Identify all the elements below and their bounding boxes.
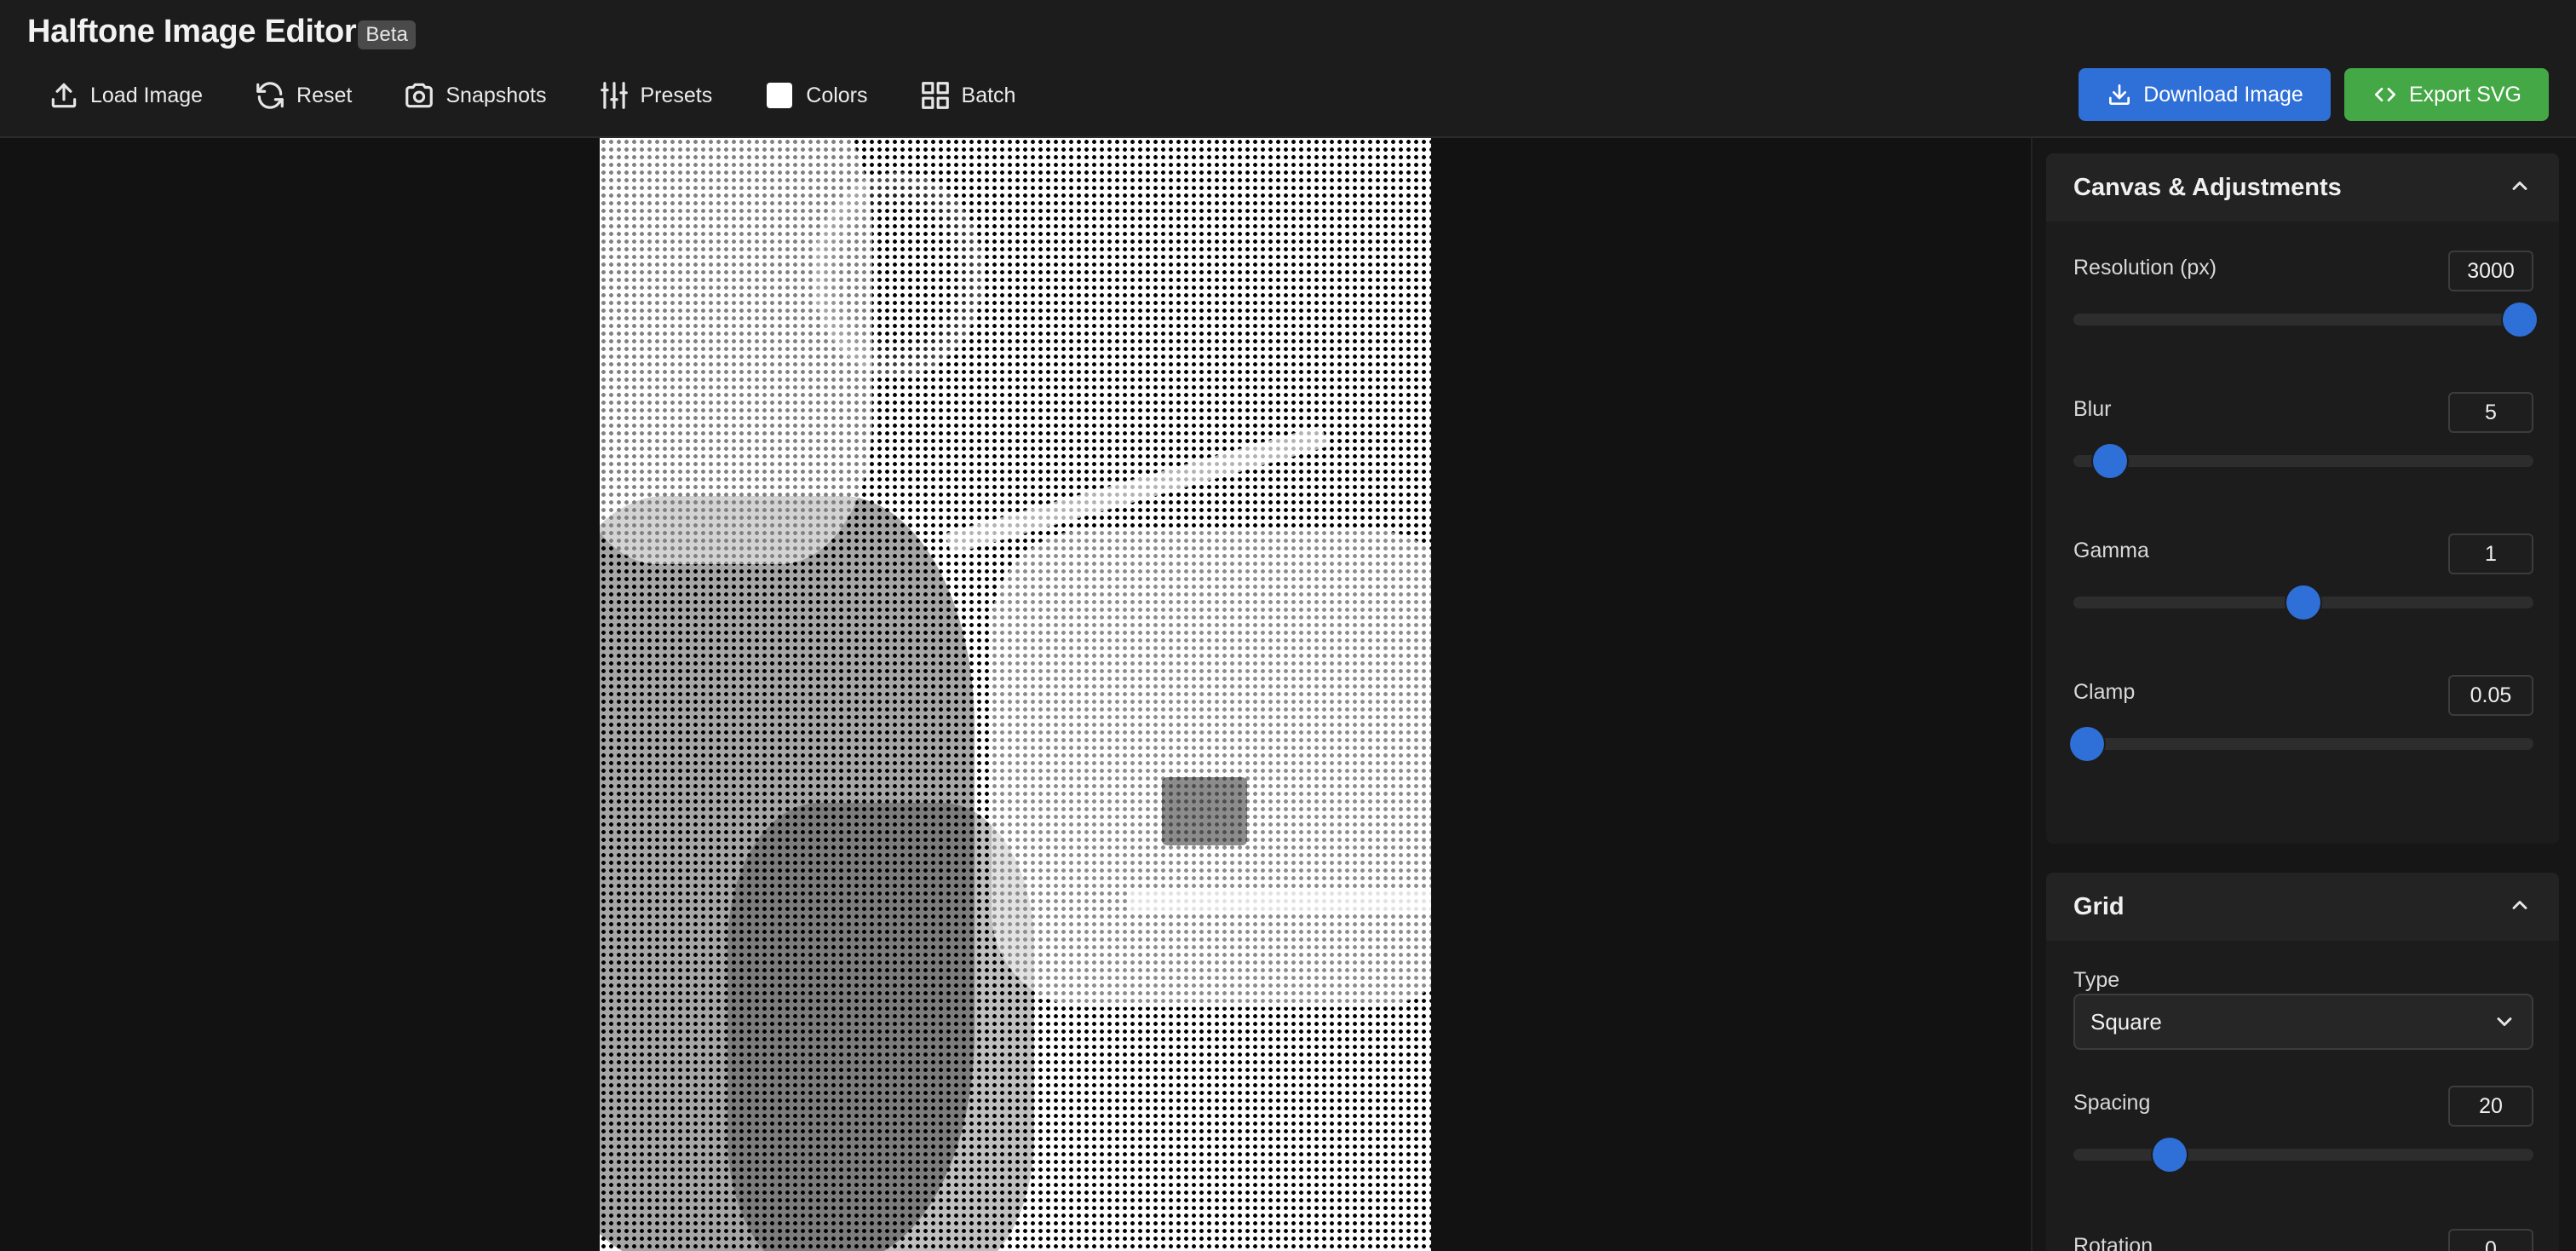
presets-label: Presets <box>640 83 713 107</box>
spacing-slider[interactable] <box>2073 1138 2533 1172</box>
upload-icon <box>48 79 80 112</box>
reset-button[interactable]: Reset <box>254 77 352 114</box>
blur-slider[interactable] <box>2073 444 2533 478</box>
snapshots-label: Snapshots <box>446 83 547 107</box>
gamma-input[interactable]: 1 <box>2448 533 2533 574</box>
chevron-down-icon <box>2497 1018 2512 1026</box>
refresh-icon <box>254 79 286 112</box>
presets-button[interactable]: Presets <box>598 77 713 114</box>
blur-label: Blur <box>2073 397 2112 421</box>
export-svg-button[interactable]: Export SVG <box>2344 68 2549 121</box>
reset-label: Reset <box>296 83 353 107</box>
canvas-adjustments-section: Canvas & Adjustments Resolution (px) 300… <box>2046 153 2559 844</box>
gamma-slider-thumb[interactable] <box>2286 585 2320 620</box>
canvas-adjustments-header[interactable]: Canvas & Adjustments <box>2046 153 2559 222</box>
code-icon <box>2375 88 2395 101</box>
download-image-button[interactable]: Download Image <box>2079 68 2331 121</box>
beta-badge: Beta <box>358 20 416 49</box>
halftone-preview-image[interactable] <box>600 138 1431 1251</box>
download-icon <box>2109 84 2130 105</box>
resolution-slider-thumb[interactable] <box>2502 303 2537 337</box>
dark-region-bottom <box>727 803 1034 1251</box>
colors-label: Colors <box>806 83 868 107</box>
resolution-input[interactable]: 3000 <box>2448 251 2533 291</box>
settings-panel: Canvas & Adjustments Resolution (px) 300… <box>2033 138 2576 1251</box>
download-label: Download Image <box>2143 82 2303 107</box>
blur-slider-thumb[interactable] <box>2093 444 2128 478</box>
clamp-slider[interactable] <box>2070 727 2533 761</box>
spacing-slider-thumb[interactable] <box>2153 1138 2188 1172</box>
light-region-right <box>992 530 1431 1007</box>
grid-type-value: Square <box>2090 1008 2162 1035</box>
title-area: Halftone Image Editor Beta <box>27 14 416 50</box>
clamp-label: Clamp <box>2073 680 2136 704</box>
resolution-label: Resolution (px) <box>2073 256 2217 280</box>
grid-section: Grid Type Square Spacing 20 Rotation 0 <box>2046 873 2559 1251</box>
grid-type-select[interactable]: Square <box>2073 994 2533 1050</box>
rotation-input[interactable]: 0 <box>2448 1229 2533 1251</box>
colors-button[interactable]: Colors <box>763 77 868 114</box>
grid-header[interactable]: Grid <box>2046 873 2559 941</box>
batch-button[interactable]: Batch <box>919 77 1016 114</box>
color-swatch <box>767 83 793 108</box>
gamma-slider[interactable] <box>2073 585 2533 620</box>
color-swatch-icon <box>763 79 796 112</box>
clamp-slider-thumb[interactable] <box>2070 727 2105 761</box>
clamp-input[interactable]: 0.05 <box>2448 675 2533 716</box>
app-header: Halftone Image Editor Beta Load Image Re… <box>0 0 2576 138</box>
blur-input[interactable]: 5 <box>2448 392 2533 433</box>
grid-type-label: Type <box>2073 968 2120 992</box>
spacing-label: Spacing <box>2073 1091 2151 1115</box>
camera-icon <box>403 79 435 112</box>
grid-icon <box>919 79 952 112</box>
load-image-label: Load Image <box>90 83 204 107</box>
snapshots-button[interactable]: Snapshots <box>403 77 547 114</box>
sliders-icon <box>598 79 630 112</box>
canvas-area[interactable] <box>0 138 2031 1251</box>
load-image-button[interactable]: Load Image <box>48 77 203 114</box>
light-region-top <box>600 138 872 564</box>
toolbar: Load Image Reset Snapshots Presets Color… <box>48 77 1067 114</box>
section-title: Canvas & Adjustments <box>2073 173 2342 201</box>
section-title: Grid <box>2073 892 2125 920</box>
light-stripe <box>1128 888 1431 914</box>
chevron-up-icon[interactable] <box>2508 174 2532 202</box>
dark-block <box>1162 777 1247 845</box>
spacing-input[interactable]: 20 <box>2448 1086 2533 1127</box>
app-title: Halftone Image Editor <box>27 14 357 49</box>
batch-label: Batch <box>961 83 1016 107</box>
export-label: Export SVG <box>2409 82 2521 107</box>
gamma-label: Gamma <box>2073 539 2149 562</box>
resolution-slider[interactable] <box>2073 303 2537 337</box>
rotation-label: Rotation <box>2073 1234 2153 1251</box>
chevron-up-icon[interactable] <box>2508 893 2532 921</box>
